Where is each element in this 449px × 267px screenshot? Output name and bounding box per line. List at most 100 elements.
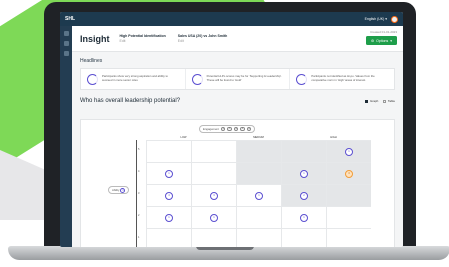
grid-row: 1 bbox=[138, 228, 371, 247]
headline-card[interactable]: Potential Hi-Po scores may be for ‘Suppo… bbox=[186, 69, 291, 89]
ability-axis-pill[interactable]: Ability 1 bbox=[108, 186, 130, 194]
main-content: Insight High Potential Identification Ed… bbox=[72, 26, 403, 247]
laptop-screen: SHL English (UK) ▾ Insight High Potentia… bbox=[60, 12, 403, 247]
engagement-level[interactable]: 2 bbox=[227, 126, 232, 132]
table-view-tab[interactable]: Table bbox=[383, 99, 395, 103]
app-topbar: SHL English (UK) ▾ bbox=[60, 12, 403, 26]
table-view-label: Table bbox=[387, 99, 395, 103]
grid-cell[interactable]: 1 bbox=[236, 184, 281, 206]
grid-cell[interactable] bbox=[326, 206, 371, 228]
participant-count-bubble[interactable]: 2 bbox=[300, 191, 308, 200]
grid-cell[interactable]: 1 bbox=[146, 162, 191, 184]
participant-count-bubble[interactable]: 1 bbox=[165, 169, 173, 178]
grid-cell[interactable] bbox=[326, 184, 371, 206]
participant-count-bubble[interactable]: 1 bbox=[165, 213, 173, 222]
marketing-stage: SHL English (UK) ▾ Insight High Potentia… bbox=[0, 0, 449, 267]
nav-settings-icon[interactable] bbox=[63, 51, 69, 56]
engagement-level[interactable]: 1 bbox=[220, 126, 226, 132]
nav-home-icon[interactable] bbox=[63, 31, 69, 36]
ability-badge: 1 bbox=[120, 187, 126, 193]
progress-ring-icon bbox=[296, 73, 308, 85]
view-toggle: Graph Table bbox=[365, 99, 395, 103]
engagement-axis-pill[interactable]: Engagement 1 2 3 4 5 bbox=[199, 125, 256, 133]
project-selector[interactable]: High Potential Identification Edit bbox=[120, 34, 166, 44]
headline-text: Participants show very strong aspiration… bbox=[102, 74, 168, 82]
headline-text: Participants not identified as Hi-po. Va… bbox=[311, 74, 375, 82]
engagement-level[interactable]: 5 bbox=[246, 126, 252, 132]
graph-view-tab[interactable]: Graph bbox=[365, 99, 378, 103]
grid-cell[interactable]: 1 bbox=[281, 162, 326, 184]
grid-cell[interactable]: 3 bbox=[326, 162, 371, 184]
side-nav bbox=[60, 26, 72, 247]
comparison-edit-link[interactable]: Edit bbox=[178, 39, 184, 43]
grid-cell[interactable] bbox=[236, 140, 281, 162]
participant-count-bubble[interactable]: 4 bbox=[165, 191, 173, 200]
insight-header: Insight High Potential Identification Ed… bbox=[72, 26, 403, 52]
topbar-right: English (UK) ▾ bbox=[365, 15, 398, 23]
engagement-level[interactable]: 3 bbox=[233, 126, 239, 132]
grid-rows: 5141133431221111 bbox=[138, 140, 371, 247]
options-label: Options bbox=[376, 38, 389, 43]
grid-cell[interactable] bbox=[236, 228, 281, 247]
grid-cell[interactable] bbox=[191, 140, 236, 162]
project-edit-link[interactable]: Edit bbox=[120, 39, 126, 43]
grid-cell[interactable] bbox=[191, 162, 236, 184]
participant-count-bubble[interactable]: 3 bbox=[210, 191, 218, 200]
grid-cell[interactable] bbox=[146, 228, 191, 247]
ability-axis-line bbox=[136, 140, 137, 247]
chevron-down-icon: ▾ bbox=[390, 38, 392, 43]
progress-ring-icon bbox=[191, 73, 203, 85]
grid-cell[interactable]: 1 bbox=[326, 140, 371, 162]
headlines-title: Headlines bbox=[80, 58, 103, 64]
grid-cell[interactable] bbox=[281, 140, 326, 162]
headline-text: Potential Hi-Po scores may be for ‘Suppo… bbox=[206, 74, 282, 82]
grid-cell[interactable] bbox=[281, 228, 326, 247]
options-button[interactable]: ⚙ Options ▾ bbox=[366, 36, 397, 45]
grid-row: 2 1 1 1 bbox=[138, 206, 371, 228]
grid-cell[interactable] bbox=[146, 140, 191, 162]
participant-count-bubble[interactable]: 3 bbox=[345, 169, 353, 178]
nav-reports-icon[interactable] bbox=[63, 41, 69, 46]
grid-cell[interactable]: 2 bbox=[281, 184, 326, 206]
grid-row: 4 1 1 3 bbox=[138, 162, 371, 184]
grid-cell[interactable] bbox=[191, 228, 236, 247]
graph-icon bbox=[365, 99, 369, 103]
progress-ring-icon bbox=[87, 73, 98, 85]
engagement-level[interactable]: 4 bbox=[240, 126, 245, 132]
comparison-name: Sales USA (20) vs John Smith bbox=[177, 33, 228, 38]
engagement-label: Engagement bbox=[203, 127, 219, 131]
participant-count-bubble[interactable]: 1 bbox=[210, 213, 218, 222]
row-label: 5 bbox=[138, 148, 140, 151]
ability-label: Ability bbox=[112, 188, 120, 192]
table-icon bbox=[383, 99, 387, 103]
participant-count-bubble[interactable]: 1 bbox=[345, 147, 353, 156]
grid-cell[interactable]: 4 bbox=[146, 184, 191, 206]
participant-count-bubble[interactable]: 1 bbox=[255, 191, 263, 200]
headline-card[interactable]: Participants not identified as Hi-po. Va… bbox=[290, 69, 394, 89]
row-label: 2 bbox=[138, 214, 140, 217]
brand-logo[interactable]: SHL bbox=[65, 16, 75, 22]
grid-cell[interactable]: 1 bbox=[191, 206, 236, 228]
question-row: Who has overall leadership potential? Gr… bbox=[72, 90, 403, 109]
user-avatar[interactable] bbox=[391, 15, 398, 23]
language-selector[interactable]: English (UK) ▾ bbox=[365, 17, 387, 21]
grid-cell[interactable]: 1 bbox=[281, 206, 326, 228]
grid-cell[interactable] bbox=[236, 206, 281, 228]
created-date: Created 01-01-2023 bbox=[370, 30, 397, 34]
grid-cell[interactable] bbox=[236, 162, 281, 184]
graph-view-label: Graph bbox=[369, 99, 379, 103]
grid-cell[interactable]: 1 bbox=[146, 206, 191, 228]
grid-cell[interactable]: 3 bbox=[191, 184, 236, 206]
comparison-selector[interactable]: Sales USA (20) vs John Smith Edit bbox=[178, 34, 227, 44]
potential-grid-panel: Engagement 1 2 3 4 5 Ability 1 LOW MEDIU… bbox=[80, 119, 395, 247]
headline-card[interactable]: Participants show very strong aspiration… bbox=[81, 69, 186, 89]
potential-grid: LOW MEDIUM HIGH 5141133431221111 bbox=[138, 136, 371, 247]
grid-cell[interactable] bbox=[326, 228, 371, 247]
participant-count-bubble[interactable]: 1 bbox=[300, 213, 308, 222]
row-label: 4 bbox=[138, 170, 140, 173]
grid-row: 51 bbox=[138, 140, 371, 162]
question-title: Who has overall leadership potential? bbox=[80, 98, 181, 104]
row-label: 3 bbox=[138, 192, 140, 195]
page-title: Insight bbox=[80, 33, 110, 44]
participant-count-bubble[interactable]: 1 bbox=[300, 169, 308, 178]
